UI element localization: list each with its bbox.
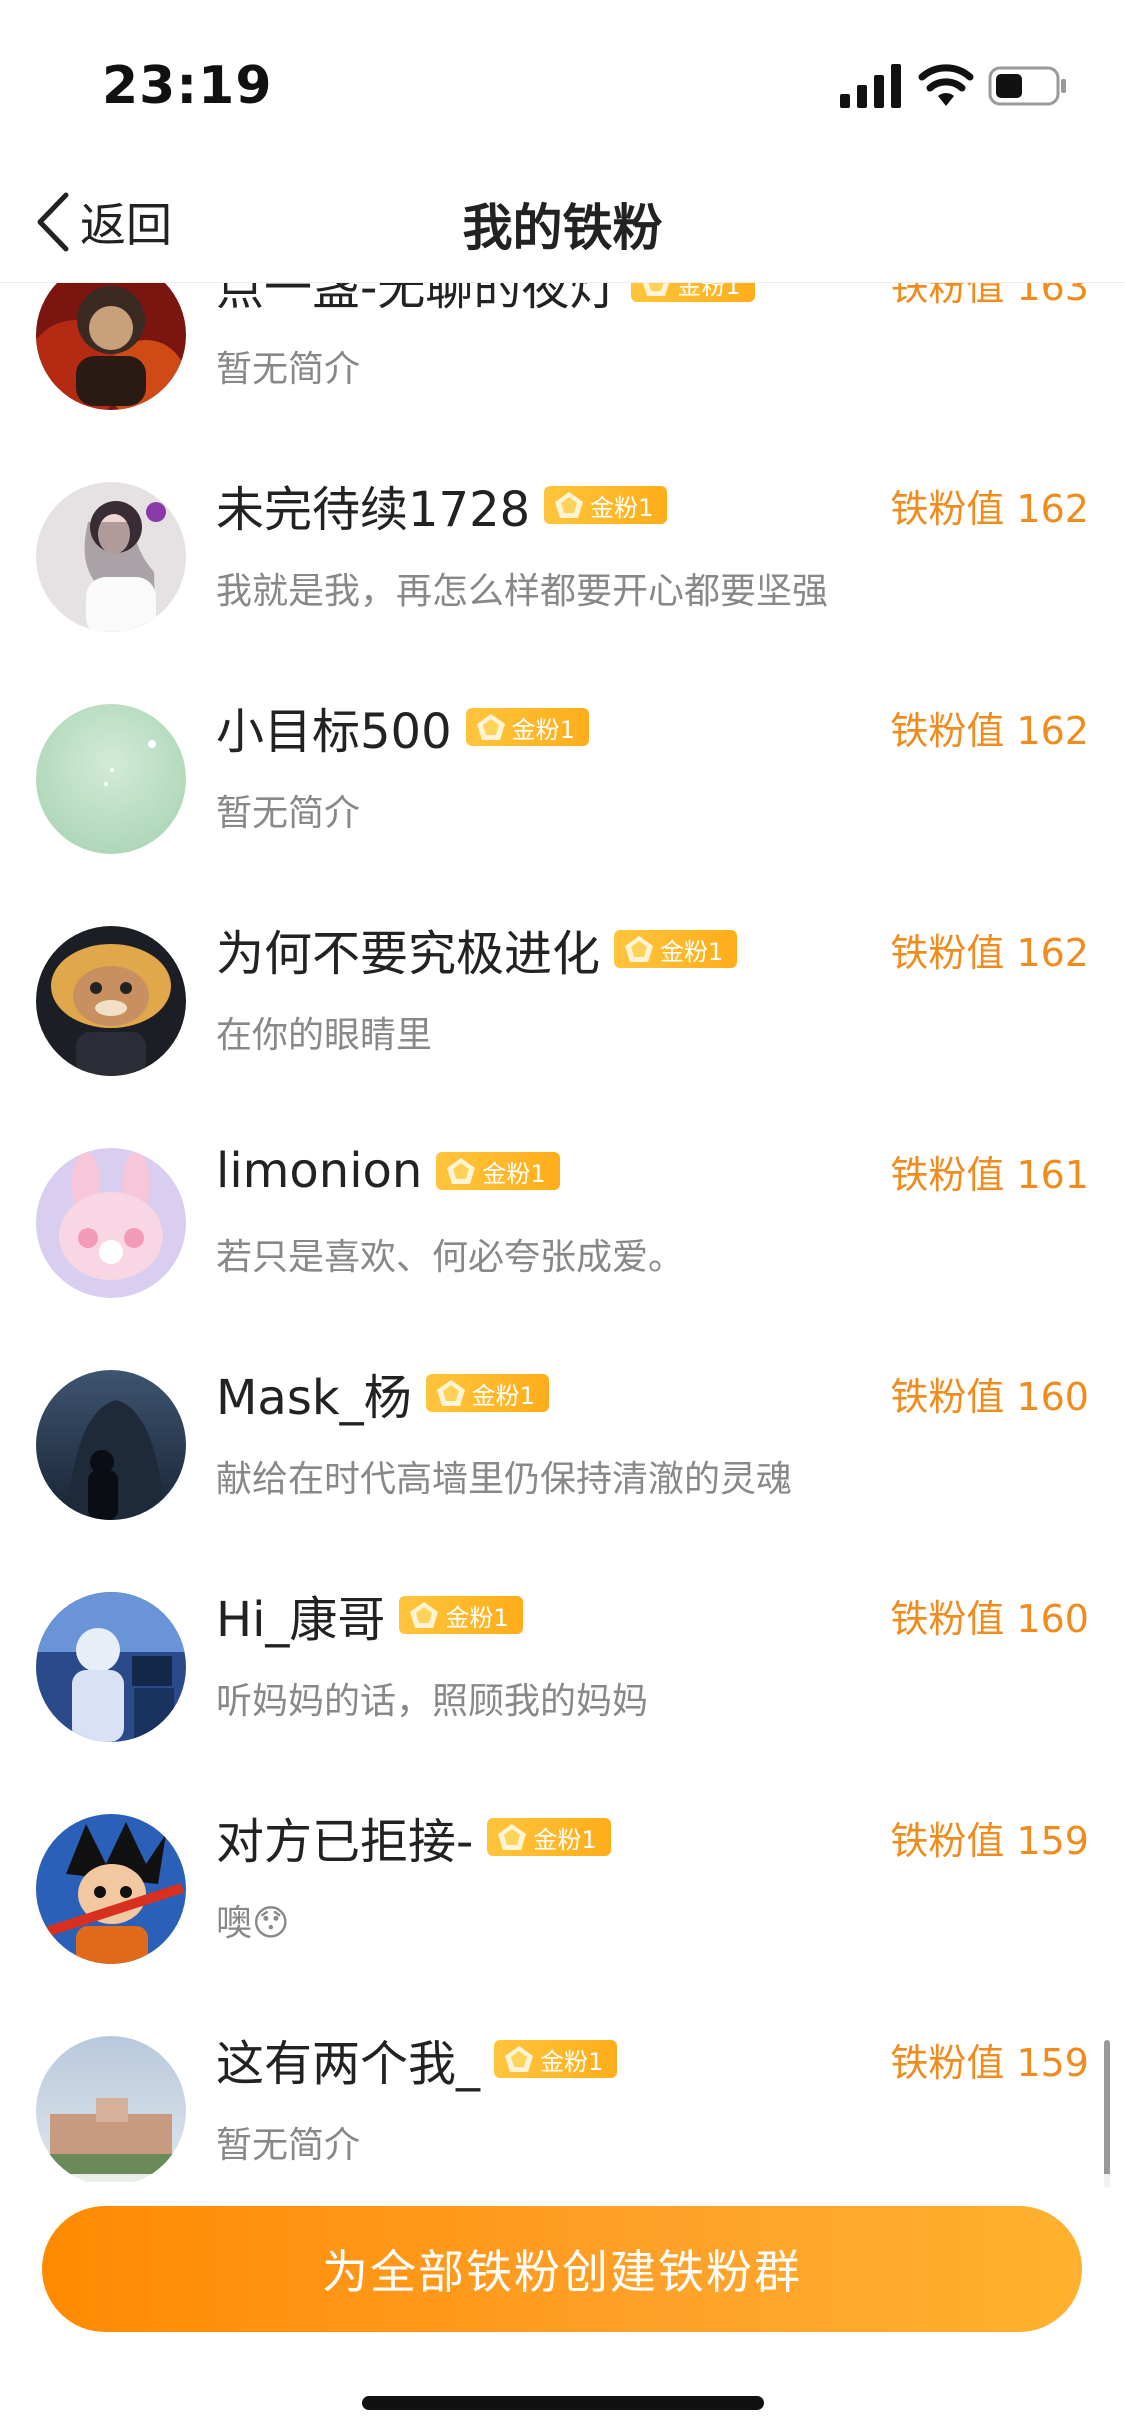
status-bar: 23:19: [0, 0, 1125, 160]
fan-level-badge: 金粉1: [425, 1374, 549, 1412]
cellular-signal-icon: [840, 64, 901, 108]
list-item[interactable]: 为何不要究极进化 金粉1 在你的眼睛里 铁粉值 162: [0, 888, 1125, 1110]
list-item[interactable]: 对方已拒接- 金粉1 噢😯 铁粉值 159: [0, 1776, 1125, 1998]
name-line: Mask_杨 金粉1: [216, 1358, 549, 1428]
name-line: 小目标500 金粉1: [216, 692, 589, 762]
fan-score: 铁粉值 160: [890, 1375, 1089, 1419]
badge-label: 金粉1: [533, 1825, 597, 1854]
name-line: 点一盏-无聊的夜灯 金粉1: [216, 282, 755, 318]
name-line: Hi_康哥 金粉1: [216, 1580, 523, 1650]
avatar[interactable]: [36, 1592, 186, 1742]
pentagon-gem-icon: [436, 1380, 465, 1406]
fan-score: 铁粉值 159: [890, 2041, 1089, 2085]
fan-name[interactable]: Hi_康哥: [216, 1580, 385, 1650]
fan-name[interactable]: 点一盏-无聊的夜灯: [216, 282, 617, 318]
fan-bio: 若只是喜欢、何必夸张成爱。: [216, 1237, 685, 1278]
avatar[interactable]: [36, 1370, 186, 1520]
avatar[interactable]: [36, 1814, 186, 1964]
fan-score: 铁粉值 160: [890, 1597, 1089, 1641]
pentagon-gem-icon: [410, 1602, 439, 1628]
fan-level-badge: 金粉1: [544, 486, 668, 524]
fan-bio: 暂无简介: [216, 2125, 361, 2166]
badge-label: 金粉1: [660, 937, 724, 966]
pentagon-gem-icon: [642, 282, 670, 296]
fan-name[interactable]: 为何不要究极进化: [216, 914, 600, 984]
fan-name[interactable]: 小目标500: [216, 692, 452, 762]
fan-name[interactable]: limonion: [216, 1143, 422, 1199]
avatar[interactable]: [36, 482, 186, 632]
badge-label: 金粉1: [511, 715, 575, 744]
fan-bio: 我就是我，再怎么样都要开心都要坚强: [216, 571, 829, 612]
pentagon-gem-icon: [476, 714, 505, 740]
badge-label: 金粉1: [540, 2047, 604, 2076]
fan-score: 铁粉值 161: [890, 1153, 1089, 1197]
fan-score: 铁粉值 163: [890, 282, 1089, 309]
avatar[interactable]: [36, 704, 186, 854]
fan-name[interactable]: 未完待续1728: [216, 470, 530, 540]
create-fan-group-button[interactable]: 为全部铁粉创建铁粉群: [42, 2206, 1082, 2332]
list-item[interactable]: 点一盏-无聊的夜灯 金粉1 暂无简介 铁粉值 163: [0, 282, 1125, 444]
pentagon-gem-icon: [555, 492, 584, 518]
status-time: 23:19: [102, 56, 273, 116]
badge-label: 金粉1: [482, 1159, 546, 1188]
fan-level-badge: 金粉1: [436, 1152, 560, 1190]
pentagon-gem-icon: [625, 936, 654, 962]
list-item[interactable]: 未完待续1728 金粉1 我就是我，再怎么样都要开心都要坚强 铁粉值 162: [0, 444, 1125, 666]
pentagon-gem-icon: [447, 1158, 476, 1184]
avatar[interactable]: [36, 1148, 186, 1298]
name-line: 对方已拒接- 金粉1: [216, 1802, 611, 1872]
create-fan-group-label: 为全部铁粉创建铁粉群: [322, 2245, 802, 2299]
scrollbar[interactable]: [1104, 2040, 1110, 2188]
fan-score: 铁粉值 162: [890, 487, 1089, 531]
fan-name[interactable]: 这有两个我_: [216, 2024, 480, 2094]
pentagon-gem-icon: [505, 2046, 534, 2072]
badge-label: 金粉1: [590, 493, 654, 522]
nav-bar: 返回 我的铁粉: [0, 160, 1125, 283]
fan-bio: 暂无简介: [216, 793, 361, 834]
fan-score: 铁粉值 162: [890, 931, 1089, 975]
fan-bio: 献给在时代高墙里仍保持清澈的灵魂: [216, 1459, 793, 1500]
list-item[interactable]: Mask_杨 金粉1 献给在时代高墙里仍保持清澈的灵魂 铁粉值 160: [0, 1332, 1125, 1554]
battery-icon: [988, 66, 1066, 106]
name-line: 未完待续1728 金粉1: [216, 470, 668, 540]
fan-score: 铁粉值 162: [890, 709, 1089, 753]
fan-bio: 在你的眼睛里: [216, 1015, 433, 1056]
screen: 23:19 返回 我的铁粉 点一盏-无聊的夜灯 金粉1 暂无简介 铁粉值 163…: [0, 0, 1125, 2436]
wifi-icon: [918, 64, 974, 106]
badge-label: 金粉1: [677, 282, 741, 300]
badge-label: 金粉1: [445, 1603, 509, 1632]
avatar[interactable]: [36, 926, 186, 1076]
fan-bio: 暂无简介: [216, 349, 361, 390]
avatar[interactable]: [36, 2036, 186, 2182]
fan-bio: 听妈妈的话，照顾我的妈妈: [216, 1681, 649, 1722]
fan-level-badge: 金粉1: [399, 1596, 523, 1634]
fan-name[interactable]: Mask_杨: [216, 1358, 412, 1428]
fan-list[interactable]: 点一盏-无聊的夜灯 金粉1 暂无简介 铁粉值 163 未完待续1728 金粉1 …: [0, 282, 1125, 2182]
fan-bio: 噢😯: [216, 1903, 290, 1944]
badge-label: 金粉1: [471, 1381, 535, 1410]
fan-level-badge: 金粉1: [465, 708, 589, 746]
avatar[interactable]: [36, 282, 186, 410]
fan-level-badge: 金粉1: [614, 930, 738, 968]
fan-level-badge: 金粉1: [494, 2040, 618, 2078]
name-line: limonion 金粉1: [216, 1136, 560, 1206]
fan-level-badge: 金粉1: [631, 282, 755, 302]
name-line: 为何不要究极进化 金粉1: [216, 914, 738, 984]
list-item[interactable]: Hi_康哥 金粉1 听妈妈的话，照顾我的妈妈 铁粉值 160: [0, 1554, 1125, 1776]
pentagon-gem-icon: [498, 1824, 527, 1850]
name-line: 这有两个我_ 金粉1: [216, 2024, 618, 2094]
list-item[interactable]: 这有两个我_ 金粉1 暂无简介 铁粉值 159: [0, 1998, 1125, 2182]
list-item[interactable]: limonion 金粉1 若只是喜欢、何必夸张成爱。 铁粉值 161: [0, 1110, 1125, 1332]
page-title: 我的铁粉: [462, 199, 663, 257]
fan-name[interactable]: 对方已拒接-: [216, 1802, 473, 1872]
list-item[interactable]: 小目标500 金粉1 暂无简介 铁粉值 162: [0, 666, 1125, 888]
fan-level-badge: 金粉1: [487, 1818, 611, 1856]
home-indicator[interactable]: [362, 2396, 764, 2410]
fan-score: 铁粉值 159: [890, 1819, 1089, 1863]
